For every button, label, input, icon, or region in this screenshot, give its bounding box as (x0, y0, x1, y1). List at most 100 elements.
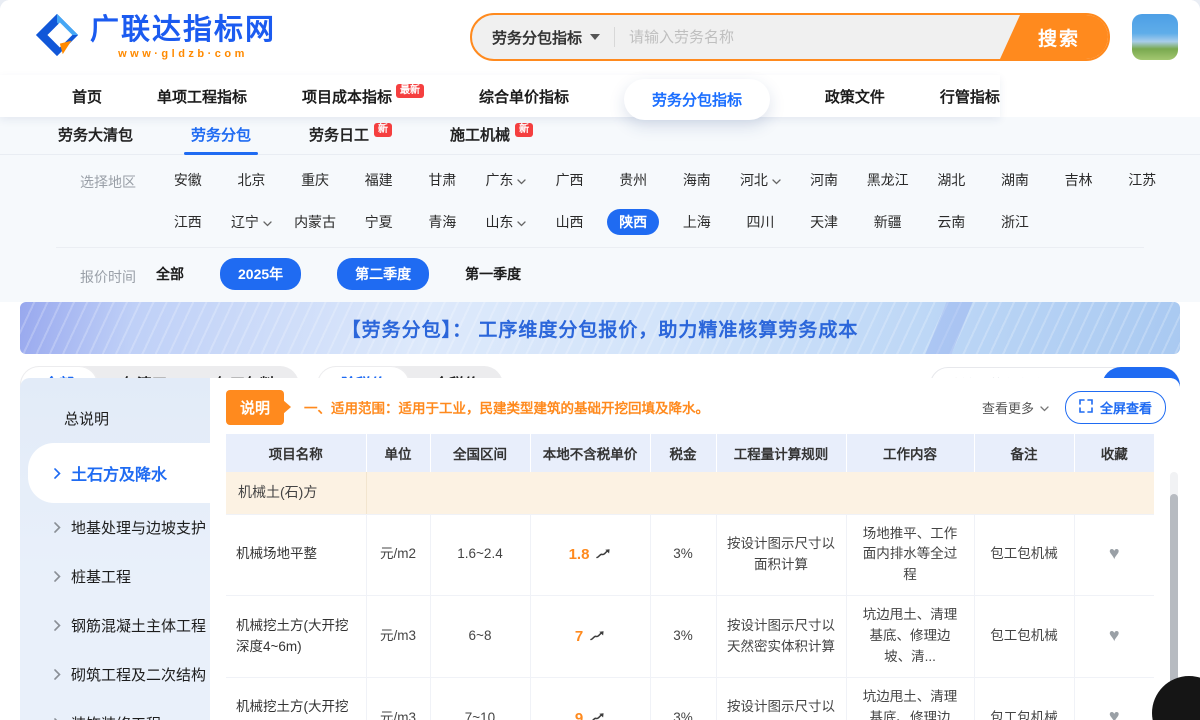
region-chip-贵州[interactable]: 贵州 (601, 167, 665, 193)
global-search: 劳务分包指标 搜索 (470, 13, 1110, 61)
banner-title: 【劳务分包】： 工序维度分包报价，助力精准核算劳务成本 (342, 315, 859, 342)
favorite-heart-icon[interactable]: ♥ (1109, 625, 1120, 645)
region-chip-宁夏[interactable]: 宁夏 (347, 209, 411, 235)
region-chip-海南[interactable]: 海南 (665, 167, 729, 193)
time-option-3[interactable]: 第二季度 (337, 258, 429, 290)
region-chip-云南[interactable]: 云南 (920, 209, 984, 235)
top-header: 广联达指标网 www·gldzb·com 劳务分包指标 搜索 (0, 0, 1200, 75)
region-chip-广东[interactable]: 广东 (474, 167, 538, 193)
region-chip-山西[interactable]: 山西 (538, 209, 602, 235)
region-chip-北京[interactable]: 北京 (220, 167, 284, 193)
region-chip-江苏[interactable]: 江苏 (1110, 167, 1174, 193)
cell-local-price: 7 (530, 596, 650, 678)
cell-name: 机械场地平整 (226, 514, 366, 596)
trend-up-icon (596, 543, 611, 566)
table-wrap: 项目名称单位全国区间本地不含税单价税金工程量计算规则工作内容备注收藏机械土(石)… (226, 434, 1166, 720)
region-chips: 安徽北京重庆福建甘肃广东广西贵州海南河北河南黑龙江湖北湖南吉林江苏江西辽宁内蒙古… (156, 167, 1174, 235)
global-search-button[interactable]: 搜索 (1000, 15, 1108, 59)
region-chip-重庆[interactable]: 重庆 (283, 167, 347, 193)
time-option-2[interactable]: 2025年 (220, 258, 301, 290)
nav-item-5[interactable]: 劳务分包指标 (624, 79, 770, 120)
region-chip-四川[interactable]: 四川 (729, 209, 793, 235)
sidebar-item-6[interactable]: 砌筑工程及二次结构 (20, 650, 210, 699)
subnav-item-2[interactable]: 劳务分包 (191, 117, 251, 155)
cell-remark: 包工包机械 (974, 596, 1074, 678)
chevron-down-icon (263, 214, 272, 230)
sidebar-item-3[interactable]: 地基处理与边坡支护 (20, 503, 210, 552)
region-chip-陕西[interactable]: 陕西 (607, 209, 659, 235)
promo-banner: 【劳务分包】： 工序维度分包报价，助力精准核算劳务成本 (20, 302, 1180, 354)
region-chip-江西[interactable]: 江西 (156, 209, 220, 235)
cell-national-range: 7~10 (430, 678, 530, 720)
time-options: 全部 2025年 第二季度 第一季度 (156, 258, 521, 290)
nav-item-6[interactable]: 政策文件 (825, 86, 885, 107)
sidebar-item-7[interactable]: 装饰装修工程 (20, 699, 210, 720)
nav-item-2[interactable]: 单项工程指标 (157, 86, 247, 107)
group-label: 机械土(石)方 (226, 472, 366, 514)
site-logo[interactable]: 广联达指标网 www·gldzb·com (34, 12, 276, 63)
favorite-heart-icon[interactable]: ♥ (1109, 706, 1120, 720)
content-area: 总说明土石方及降水地基处理与边坡支护桩基工程钢筋混凝土主体工程砌筑工程及二次结构… (20, 378, 1180, 720)
time-option-4[interactable]: 第一季度 (465, 264, 521, 284)
subnav-item-3[interactable]: 劳务日工新 (309, 117, 392, 155)
region-chip-安徽[interactable]: 安徽 (156, 167, 220, 193)
col-header-3: 全国区间 (430, 434, 530, 472)
price-table: 项目名称单位全国区间本地不含税单价税金工程量计算规则工作内容备注收藏机械土(石)… (226, 434, 1154, 720)
col-header-4: 本地不含税单价 (530, 434, 650, 472)
site-url: www·gldzb·com (90, 48, 276, 60)
cell-rule: 按设计图示尺寸以天然密实体积计算 (716, 678, 846, 720)
region-chip-黑龙江[interactable]: 黑龙江 (856, 167, 920, 193)
main-nav: 首页 单项工程指标 项目成本指标最新 综合单价指标 劳务分包指标 政策文件 行管指标 (0, 75, 1000, 117)
nav-item-1[interactable]: 首页 (72, 86, 102, 107)
user-avatar[interactable] (1132, 14, 1178, 60)
region-chip-浙江[interactable]: 浙江 (983, 209, 1047, 235)
region-chip-内蒙古[interactable]: 内蒙古 (283, 209, 347, 235)
sidebar-item-1[interactable]: 总说明 (20, 394, 210, 443)
nav-item-3[interactable]: 项目成本指标最新 (302, 86, 424, 107)
nav-item-4[interactable]: 综合单价指标 (479, 86, 569, 107)
region-chip-湖南[interactable]: 湖南 (983, 167, 1047, 193)
region-chip-广西[interactable]: 广西 (538, 167, 602, 193)
time-option-1[interactable]: 全部 (156, 264, 184, 284)
region-chip-新疆[interactable]: 新疆 (856, 209, 920, 235)
logo-icon (34, 12, 80, 63)
fullscreen-button[interactable]: 全屏查看 (1065, 391, 1166, 424)
region-chip-天津[interactable]: 天津 (792, 209, 856, 235)
subnav-item-1[interactable]: 劳务大清包 (58, 117, 133, 155)
region-chip-湖北[interactable]: 湖北 (920, 167, 984, 193)
sidebar-item-4[interactable]: 桩基工程 (20, 552, 210, 601)
favorite-heart-icon[interactable]: ♥ (1109, 543, 1120, 563)
trend-up-icon (590, 707, 605, 720)
cell-work: 场地推平、工作面内排水等全过程 (846, 514, 974, 596)
region-chip-甘肃[interactable]: 甘肃 (411, 167, 475, 193)
cell-national-range: 6~8 (430, 596, 530, 678)
view-more-button[interactable]: 查看更多 (982, 398, 1049, 417)
table-row-1: 机械场地平整元/m21.6~2.41.83%按设计图示尺寸以面积计算场地推平、工… (226, 514, 1154, 596)
chevron-right-icon (54, 669, 61, 680)
cell-local-price: 1.8 (530, 514, 650, 596)
cell-rule: 按设计图示尺寸以天然密实体积计算 (716, 596, 846, 678)
sidebar-item-5[interactable]: 钢筋混凝土主体工程 (20, 601, 210, 650)
region-chip-吉林[interactable]: 吉林 (1047, 167, 1111, 193)
chevron-right-icon (54, 571, 61, 582)
chevron-down-icon (1040, 400, 1049, 415)
region-chip-山东[interactable]: 山东 (474, 209, 538, 235)
region-chip-青海[interactable]: 青海 (411, 209, 475, 235)
cell-tax: 3% (650, 596, 716, 678)
nav-item-7[interactable]: 行管指标 (940, 86, 1000, 107)
region-chip-河南[interactable]: 河南 (792, 167, 856, 193)
subnav-item-4[interactable]: 施工机械新 (450, 117, 533, 155)
cell-rule: 按设计图示尺寸以面积计算 (716, 514, 846, 596)
chevron-right-icon (54, 468, 61, 479)
caret-down-icon (590, 34, 600, 40)
sidebar-item-2[interactable]: 土石方及降水 (28, 443, 210, 503)
col-header-9: 收藏 (1074, 434, 1154, 472)
region-chip-上海[interactable]: 上海 (665, 209, 729, 235)
global-search-input[interactable] (615, 15, 1000, 59)
region-chip-福建[interactable]: 福建 (347, 167, 411, 193)
search-category-dropdown[interactable]: 劳务分包指标 (472, 15, 614, 59)
notice-text: 一、适用范围：适用于工业，民建类型建筑的基础开挖回填及降水。 (304, 397, 982, 417)
trend-up-icon (590, 625, 605, 648)
region-chip-辽宁[interactable]: 辽宁 (220, 209, 284, 235)
region-chip-河北[interactable]: 河北 (729, 167, 793, 193)
